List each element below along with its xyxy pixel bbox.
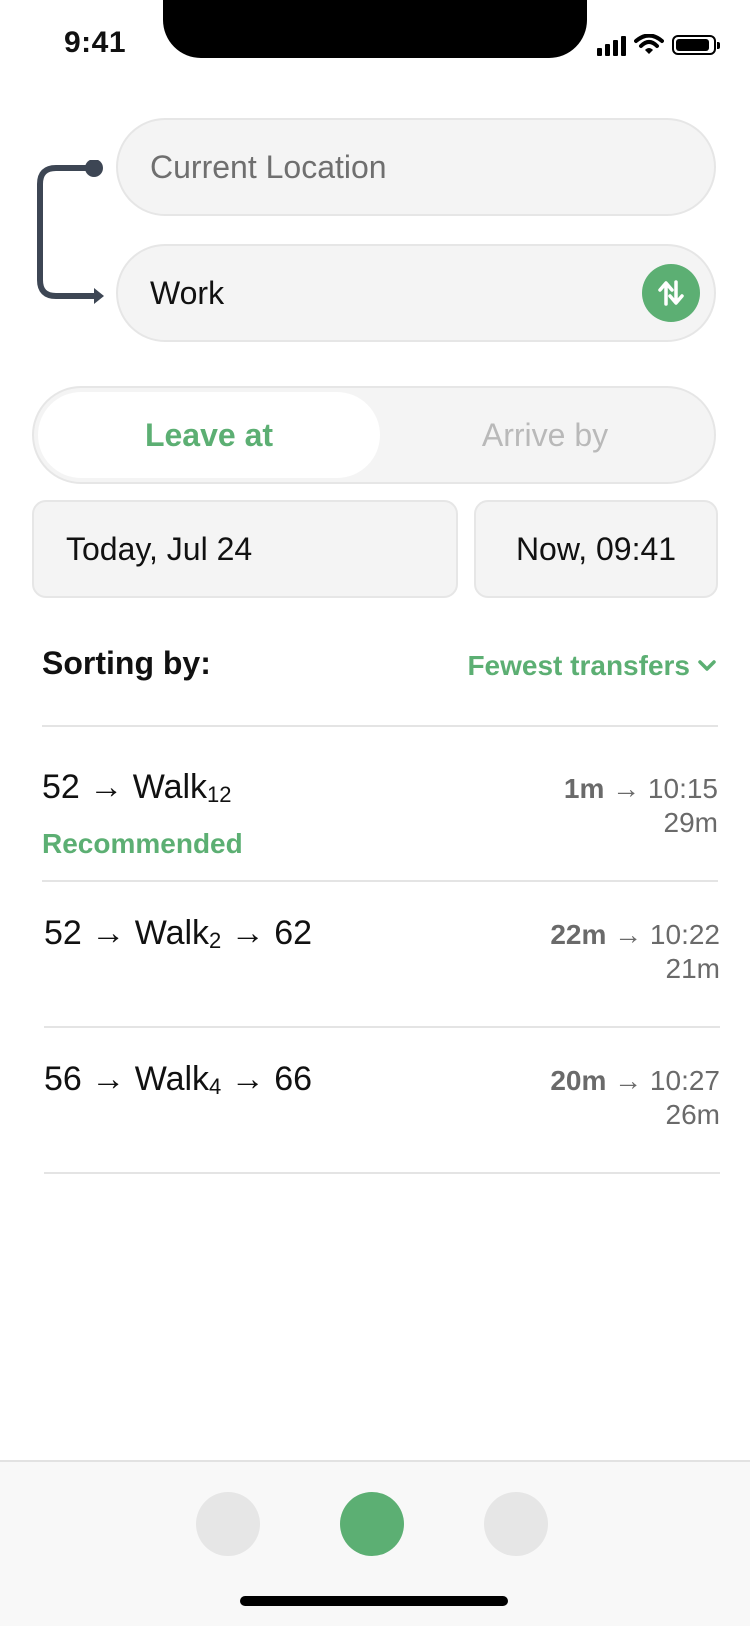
status-time: 9:41 [64,26,127,59]
leave-arrive-toggle: Leave at Arrive by [32,386,716,484]
trip-duration: 21m [665,953,720,984]
trip-duration: 29m [663,807,718,838]
wait-time: 22m [550,919,607,950]
route-option[interactable]: 52 → Walk2 → 62 22m → 10:22 21m [44,914,720,1054]
route-times: 20m → 10:27 26m [550,1065,720,1130]
chevron-down-icon [698,660,716,671]
route-times: 1m → 10:15 29m [563,773,718,838]
tab-button-active[interactable] [340,1492,404,1556]
arrive-by-option[interactable]: Arrive by [380,392,710,478]
cellular-signal-icon [597,34,626,56]
time-value: Now, 09:41 [515,530,677,567]
arrival-time: 10:15 [647,773,718,804]
route-legs: 52 → Walk12 [42,768,232,807]
trip-duration: 26m [665,1099,720,1130]
route-connector-icon [37,160,104,304]
wait-time: 1m [563,773,605,804]
battery-icon [672,35,720,55]
tab-button[interactable] [196,1492,260,1556]
home-indicator [240,1596,508,1606]
sorting-label: Sorting by: [42,645,211,681]
swap-arrows-icon [658,280,684,306]
wait-time: 20m [550,1065,607,1096]
date-value: Today, Jul 24 [66,530,253,567]
arrival-time: 10:22 [649,919,720,950]
arrival-time: 10:27 [649,1065,720,1096]
divider [44,1172,720,1174]
destination-value: Work [150,274,225,311]
swap-locations-button[interactable] [642,264,700,322]
divider [44,1026,720,1028]
route-legs: 56 → Walk4 → 66 [44,1060,313,1099]
route-option[interactable]: 52 → Walk12 Recommended 1m → 10:15 29m [42,768,718,908]
device-notch [163,0,587,58]
origin-placeholder: Current Location [150,148,387,185]
destination-input[interactable]: Work [116,244,716,342]
divider [42,880,718,882]
divider [42,725,718,727]
sorting-value: Fewest transfers [467,650,690,681]
route-times: 22m → 10:22 21m [550,919,720,984]
status-icons [597,34,720,56]
route-option[interactable]: 56 → Walk4 → 66 20m → 10:27 26m [44,1060,720,1200]
origin-input[interactable]: Current Location [116,118,716,216]
sorting-dropdown[interactable]: Fewest transfers [467,650,716,682]
tab-button[interactable] [484,1492,548,1556]
wifi-icon [634,34,664,54]
time-selector[interactable]: Now, 09:41 [474,500,718,598]
date-selector[interactable]: Today, Jul 24 [32,500,458,598]
leave-at-option[interactable]: Leave at [38,392,380,478]
route-legs: 52 → Walk2 → 62 [44,914,313,953]
recommended-badge: Recommended [42,828,243,859]
